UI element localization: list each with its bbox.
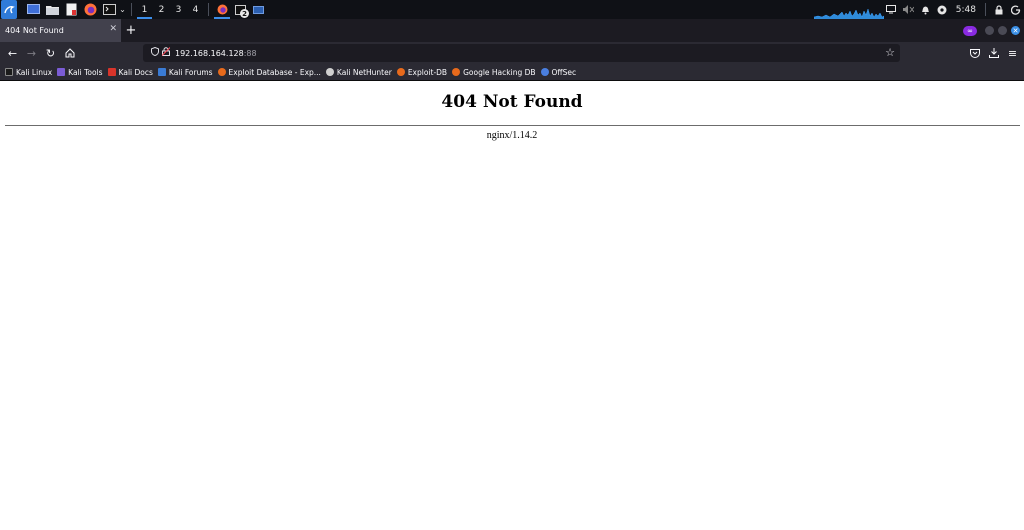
workspace-1[interactable]: 1 — [136, 0, 153, 19]
tracking-protection-icon[interactable] — [151, 46, 159, 59]
tab-404-not-found[interactable]: 404 Not Found ✕ — [0, 19, 121, 42]
panel-separator — [131, 3, 132, 16]
minimize-button[interactable] — [985, 26, 994, 35]
close-window-button[interactable]: ✕ — [1011, 26, 1020, 35]
insecure-connection-icon[interactable] — [161, 47, 171, 59]
close-tab-icon[interactable]: ✕ — [109, 24, 117, 34]
notification-bell-icon[interactable] — [917, 0, 934, 19]
bookmark-kali-forums[interactable]: Kali Forums — [157, 68, 213, 77]
workspace-2[interactable]: 2 — [153, 0, 170, 19]
kali-menu-icon[interactable] — [1, 0, 17, 19]
bookmark-exploit-database[interactable]: Exploit Database - Exp... — [217, 68, 321, 77]
tab-title: 404 Not Found — [5, 26, 64, 35]
page-content: 404 Not Found nginx/1.14.2 — [0, 81, 1024, 530]
maximize-button[interactable] — [998, 26, 1007, 35]
tab-strip: 404 Not Found ✕ + ∞ ✕ — [0, 19, 1024, 42]
window-controls: ∞ ✕ — [963, 19, 1020, 42]
lock-icon[interactable] — [990, 0, 1007, 19]
bookmarks-toolbar: Kali Linux Kali Tools Kali Docs Kali For… — [0, 64, 1024, 81]
server-signature: nginx/1.14.2 — [486, 130, 538, 141]
file-manager-icon[interactable] — [44, 0, 61, 19]
network-icon[interactable] — [934, 0, 951, 19]
terminal-launcher-icon[interactable] — [101, 0, 118, 19]
window-task-icon[interactable] — [249, 0, 267, 19]
pocket-icon[interactable] — [965, 42, 984, 64]
terminal-task-icon[interactable]: 2 — [231, 0, 249, 19]
bookmark-google-hacking-db[interactable]: Google Hacking DB — [452, 68, 536, 77]
bookmark-kali-nethunter[interactable]: Kali NetHunter — [325, 68, 392, 77]
toolbar-right: ≡ — [965, 42, 1022, 64]
show-desktop-icon[interactable] — [25, 0, 42, 19]
firefox-launcher-icon[interactable] — [82, 0, 99, 19]
reload-button[interactable]: ↻ — [41, 42, 60, 64]
panel-separator — [985, 3, 986, 16]
panel-clock[interactable]: 5:48 — [951, 5, 981, 15]
new-tab-button[interactable]: + — [121, 19, 141, 42]
kali-docs-icon — [107, 68, 116, 76]
private-browsing-icon: ∞ — [963, 25, 977, 36]
kali-forums-icon — [157, 68, 166, 76]
url-port: :88 — [243, 48, 257, 58]
back-button[interactable]: ← — [3, 42, 22, 64]
kali-dragon-icon — [5, 68, 13, 76]
bookmark-star-icon[interactable]: ☆ — [885, 46, 895, 59]
bookmark-kali-tools[interactable]: Kali Tools — [57, 68, 103, 77]
exploit-db-icon — [396, 68, 405, 76]
exploit-db-icon — [452, 68, 461, 76]
display-icon[interactable] — [883, 0, 900, 19]
app-menu-icon[interactable]: ≡ — [1003, 42, 1022, 64]
top-panel: ⌄ 1 2 3 4 2 5:48 — [0, 0, 1024, 19]
chevron-down-icon[interactable]: ⌄ — [118, 0, 127, 19]
page-heading: 404 Not Found — [441, 92, 583, 112]
address-bar[interactable]: 192.168.164.128:88 ☆ — [143, 44, 900, 62]
nethunter-icon — [325, 68, 334, 76]
panel-separator — [208, 3, 209, 16]
exploit-db-icon — [217, 68, 226, 76]
forward-button[interactable]: → — [22, 42, 41, 64]
cpu-graph — [814, 8, 884, 19]
downloads-icon[interactable] — [984, 42, 1003, 64]
url-host: 192.168.164.128 — [175, 48, 244, 58]
page-divider — [5, 125, 1020, 126]
bookmark-offsec[interactable]: OffSec — [540, 68, 576, 77]
bookmark-exploit-db[interactable]: Exploit-DB — [396, 68, 447, 77]
logout-icon[interactable] — [1007, 0, 1024, 19]
bookmark-kali-docs[interactable]: Kali Docs — [107, 68, 153, 77]
volume-muted-icon[interactable] — [900, 0, 917, 19]
kali-tools-icon — [57, 68, 66, 76]
home-button[interactable] — [60, 42, 79, 64]
workspace-4[interactable]: 4 — [187, 0, 204, 19]
system-tray: 5:48 — [883, 0, 1024, 19]
text-editor-icon[interactable] — [63, 0, 80, 19]
workspace-3[interactable]: 3 — [170, 0, 187, 19]
terminal-count-badge: 2 — [240, 9, 249, 18]
offsec-icon — [540, 68, 549, 76]
navigation-toolbar: ← → ↻ 192.168.164.128:88 ☆ ≡ — [0, 42, 1024, 64]
bookmark-kali-linux[interactable]: Kali Linux — [5, 68, 52, 77]
firefox-task-icon[interactable] — [213, 0, 231, 19]
